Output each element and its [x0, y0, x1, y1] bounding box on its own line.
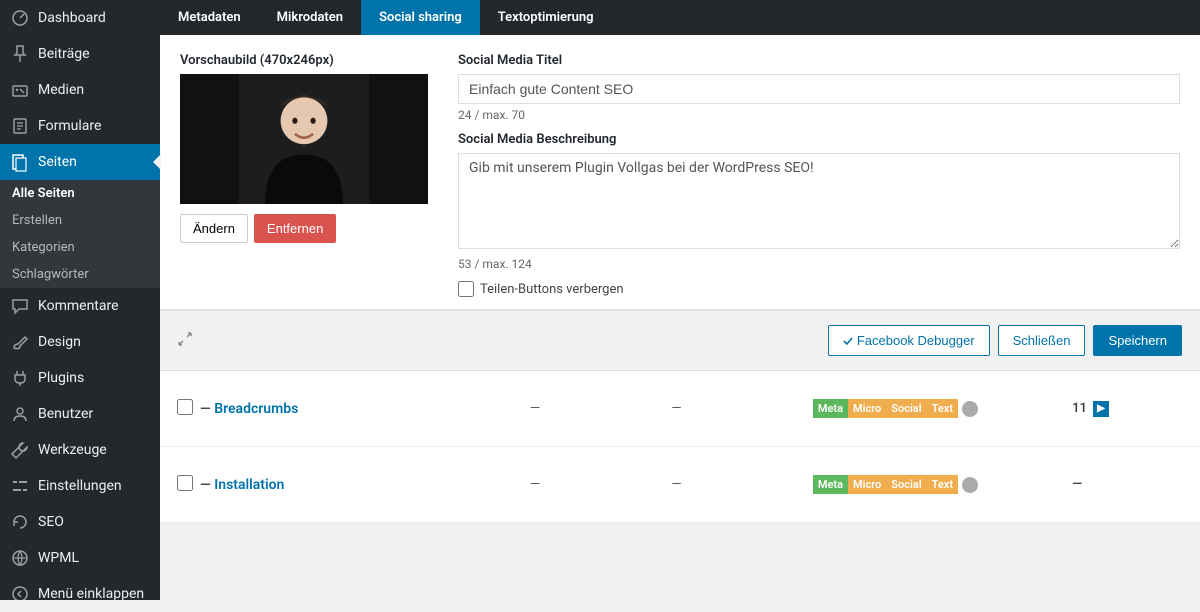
row-title[interactable]: — Breadcrumbs	[200, 401, 530, 417]
change-thumbnail-button[interactable]: Ändern	[180, 214, 248, 243]
sidebar-subitem[interactable]: Kategorien	[0, 234, 160, 261]
sidebar-item-kommentare[interactable]: Kommentare	[0, 288, 160, 324]
hide-share-checkbox-row[interactable]: Teilen-Buttons verbergen	[458, 281, 1180, 297]
badge-social: Social	[886, 475, 926, 494]
page-icon	[10, 152, 30, 172]
close-button[interactable]: Schließen	[998, 325, 1086, 356]
play-icon[interactable]: ▶	[1093, 401, 1109, 417]
sidebar-item-label: Beiträge	[38, 46, 90, 62]
sidebar-item-label: Seiten	[38, 154, 77, 170]
collapse-icon	[10, 584, 30, 604]
social-desc-textarea[interactable]: Gib mit unserem Plugin Vollgas bei der W…	[458, 153, 1180, 249]
sidebar-item-medien[interactable]: Medien	[0, 72, 160, 108]
row-title[interactable]: — Installation	[200, 477, 530, 493]
sidebar-item-plugins[interactable]: Plugins	[0, 360, 160, 396]
pin-icon	[10, 44, 30, 64]
row-checkbox[interactable]	[177, 475, 193, 491]
sidebar-item-label: WPML	[38, 550, 79, 566]
sidebar-item-einstellungen[interactable]: Einstellungen	[0, 468, 160, 504]
expand-icon[interactable]	[178, 332, 192, 350]
badge-micro: Micro	[848, 399, 886, 418]
tool-icon	[10, 440, 30, 460]
social-title-counter: 24 / max. 70	[458, 108, 1180, 122]
row-badges: MetaMicroSocialText	[813, 475, 1072, 494]
form-icon	[10, 116, 30, 136]
remove-thumbnail-button[interactable]: Entfernen	[254, 214, 336, 243]
admin-sidebar: Dashboard Beiträge Medien Formulare Seiten Al…	[0, 0, 160, 600]
comment-icon	[10, 296, 30, 316]
badge-text: Text	[927, 475, 958, 494]
social-panel: Vorschaubild (470x246px) Ändern Entferne	[160, 35, 1200, 310]
action-bar: Facebook Debugger Schließen Speichern	[160, 310, 1200, 371]
sidebar-item-seiten[interactable]: Seiten	[0, 144, 160, 180]
badge-micro: Micro	[848, 475, 886, 494]
sidebar-item-label: Medien	[38, 82, 84, 98]
row-score: 11▶	[1072, 401, 1190, 417]
sidebar-item-dashboard[interactable]: Dashboard	[0, 0, 160, 36]
hide-share-label: Teilen-Buttons verbergen	[480, 282, 624, 297]
sidebar-item-beiträge[interactable]: Beiträge	[0, 36, 160, 72]
social-title-input[interactable]	[458, 74, 1180, 104]
row-cell: —	[671, 401, 812, 416]
page-list: — Breadcrumbs——MetaMicroSocialText11▶— I…	[160, 371, 1200, 600]
social-desc-counter: 53 / max. 124	[458, 257, 1180, 271]
sidebar-item-menü-einklappen[interactable]: Menü einklappen	[0, 576, 160, 612]
sidebar-item-seo[interactable]: SEO	[0, 504, 160, 540]
badge-meta: Meta	[813, 399, 848, 418]
sidebar-item-label: Design	[38, 334, 81, 350]
tab-textoptimierung[interactable]: Textoptimierung	[480, 0, 612, 35]
sidebar-item-label: Benutzer	[38, 406, 93, 422]
tab-metadaten[interactable]: Metadaten	[160, 0, 259, 35]
sidebar-item-label: Werkzeuge	[38, 442, 107, 458]
row-badges: MetaMicroSocialText	[813, 399, 1072, 418]
dashboard-icon	[10, 8, 30, 28]
brush-icon	[10, 332, 30, 352]
sidebar-item-label: Dashboard	[38, 10, 106, 26]
sidebar-subitem[interactable]: Erstellen	[0, 207, 160, 234]
seo-icon	[10, 512, 30, 532]
sidebar-item-werkzeuge[interactable]: Werkzeuge	[0, 432, 160, 468]
sidebar-item-benutzer[interactable]: Benutzer	[0, 396, 160, 432]
badge-meta: Meta	[813, 475, 848, 494]
social-desc-label: Social Media Beschreibung	[458, 132, 1180, 147]
plug-icon	[10, 368, 30, 388]
sidebar-item-wpml[interactable]: WPML	[0, 540, 160, 576]
status-dot-icon	[962, 401, 978, 417]
user-icon	[10, 404, 30, 424]
social-title-label: Social Media Titel	[458, 53, 1180, 68]
tab-mikrodaten[interactable]: Mikrodaten	[259, 0, 361, 35]
row-cell: —	[530, 401, 671, 416]
row-cell: —	[671, 477, 812, 492]
sidebar-item-label: SEO	[38, 514, 64, 530]
thumbnail-preview[interactable]	[180, 74, 428, 204]
sidebar-item-label: Formulare	[38, 118, 101, 134]
facebook-debugger-button[interactable]: Facebook Debugger	[828, 325, 990, 356]
sidebar-item-label: Einstellungen	[38, 478, 122, 494]
tab-social-sharing[interactable]: Social sharing	[361, 0, 480, 35]
table-row: — Installation——MetaMicroSocialText—	[160, 447, 1200, 523]
media-icon	[10, 80, 30, 100]
sidebar-item-label: Kommentare	[38, 298, 119, 314]
thumbnail-label: Vorschaubild (470x246px)	[180, 53, 430, 68]
main-column: MetadatenMikrodatenSocial sharingTextopt…	[160, 0, 1200, 600]
table-row: — Breadcrumbs——MetaMicroSocialText11▶	[160, 371, 1200, 447]
wpml-icon	[10, 548, 30, 568]
badge-text: Text	[927, 399, 958, 418]
hide-share-checkbox[interactable]	[458, 281, 474, 297]
sidebar-item-formulare[interactable]: Formulare	[0, 108, 160, 144]
row-checkbox[interactable]	[177, 399, 193, 415]
status-dot-icon	[962, 477, 978, 493]
row-score: —	[1072, 477, 1190, 492]
sidebar-item-design[interactable]: Design	[0, 324, 160, 360]
badge-social: Social	[886, 399, 926, 418]
tab-bar: MetadatenMikrodatenSocial sharingTextopt…	[160, 0, 1200, 35]
row-cell: —	[530, 477, 671, 492]
settings-icon	[10, 476, 30, 496]
save-button[interactable]: Speichern	[1093, 325, 1182, 356]
sidebar-subitem[interactable]: Schlagwörter	[0, 261, 160, 288]
sidebar-item-label: Plugins	[38, 370, 84, 386]
avatar-placeholder	[239, 74, 369, 204]
sidebar-subitem[interactable]: Alle Seiten	[0, 180, 160, 207]
